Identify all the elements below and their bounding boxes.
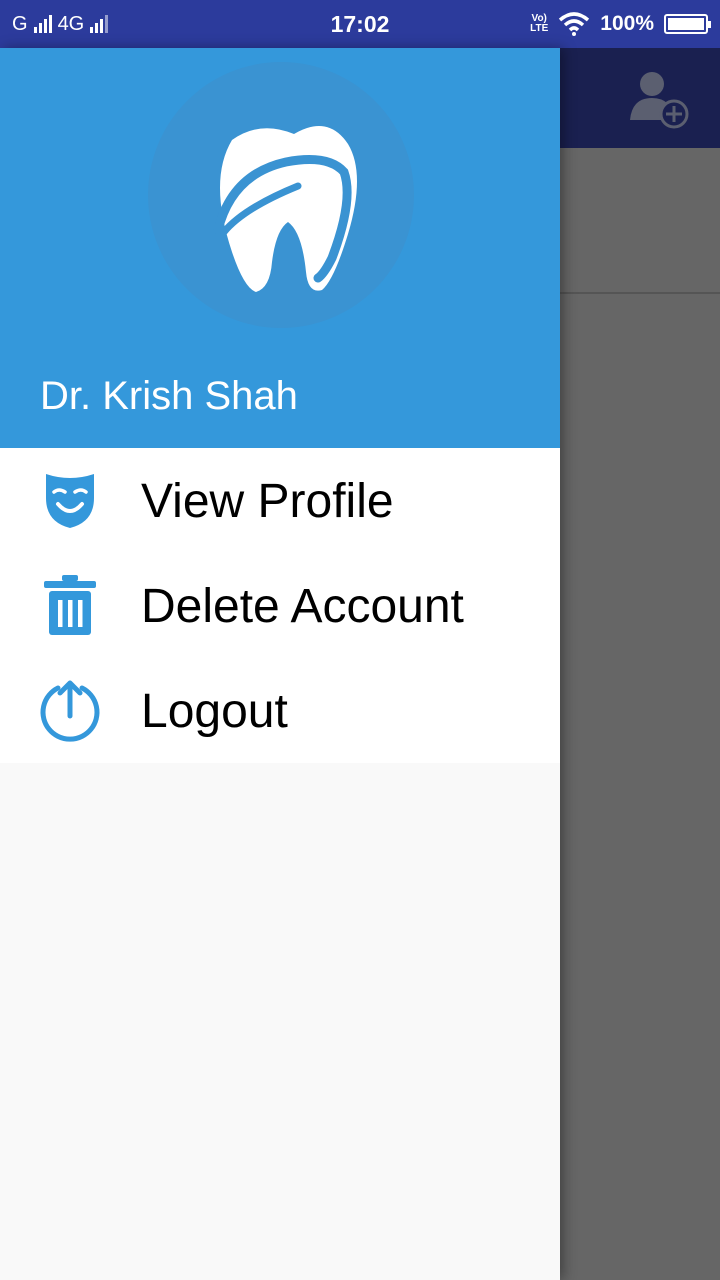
menu-item-label: Delete Account	[141, 580, 464, 633]
navigation-drawer: Dr. Krish Shah View Profile Delete Accou…	[0, 48, 560, 1280]
user-name: Dr. Krish Shah	[40, 374, 298, 418]
content-divider	[560, 292, 720, 294]
trash-icon	[44, 575, 96, 635]
status-bar: G 4G 17:02 Vo) LTE 100%	[0, 0, 720, 48]
logout-icon	[40, 680, 100, 742]
status-icons: Vo) LTE 100%	[530, 10, 711, 38]
menu-item-view-profile[interactable]: View Profile	[0, 448, 560, 553]
menu-item-delete-account[interactable]: Delete Account	[0, 553, 560, 658]
battery-icon	[664, 14, 711, 34]
tooth-icon	[213, 126, 357, 292]
volte-icon: Vo) LTE	[530, 13, 549, 34]
menu-item-label: Logout	[141, 685, 288, 738]
battery-percent: 100%	[600, 12, 654, 35]
drawer-header: Dr. Krish Shah	[0, 48, 560, 448]
wifi-icon	[559, 12, 590, 36]
mask-icon	[46, 474, 94, 528]
drawer-menu: View Profile Delete Account Logout	[0, 448, 560, 763]
add-user-icon[interactable]	[628, 68, 692, 132]
menu-item-logout[interactable]: Logout	[0, 658, 560, 763]
menu-item-label: View Profile	[141, 475, 394, 528]
app-logo	[148, 62, 414, 328]
